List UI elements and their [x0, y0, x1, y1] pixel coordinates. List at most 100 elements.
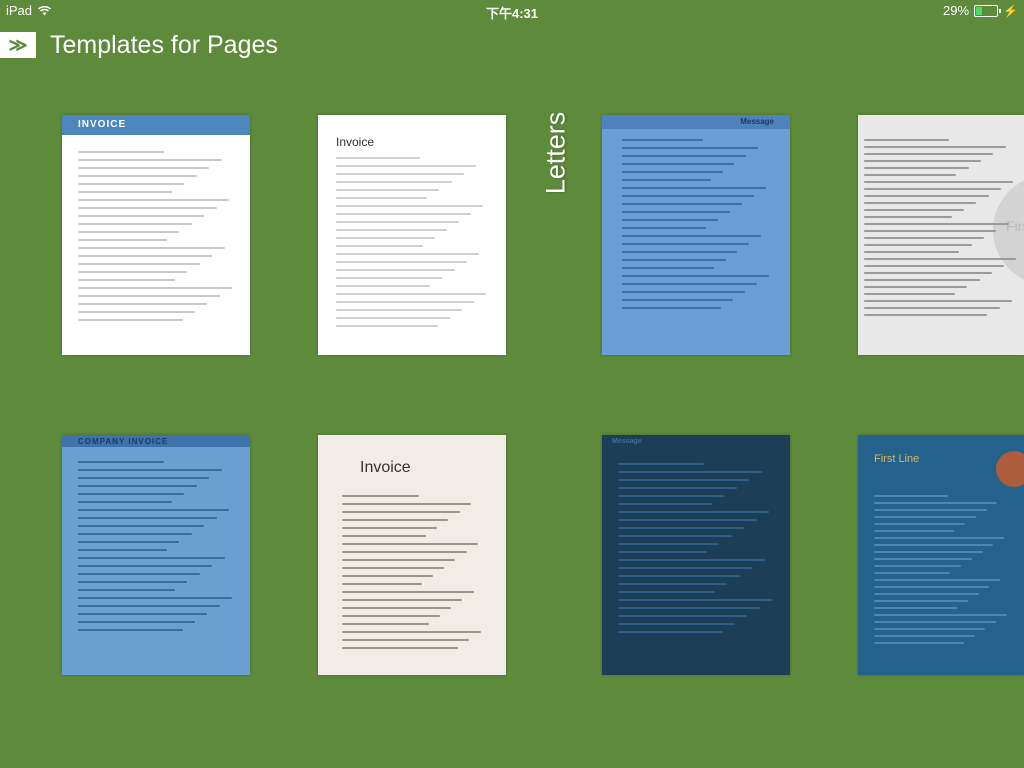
thumbnail-text-line: [622, 163, 735, 165]
template-thumbnail-invoice-company[interactable]: Invoice: [318, 115, 506, 355]
category-label[interactable]: Letters: [541, 103, 571, 203]
thumbnail-title: Invoice: [360, 459, 411, 476]
thumbnail-text-line: [336, 205, 484, 207]
thumbnail-text-line: [78, 621, 195, 623]
thumbnail-text-line: [618, 535, 732, 537]
menu-icon[interactable]: ≫: [0, 32, 36, 58]
thumbnail-title: INVOICE: [78, 119, 127, 130]
thumbnail-text-line: [78, 319, 183, 321]
page-title: Templates for Pages: [50, 30, 278, 59]
thumbnail-text-line: [874, 558, 972, 560]
thumbnail-text-line: [78, 501, 172, 503]
thumbnail-text-line: [622, 267, 714, 269]
thumbnail-text-line: [78, 485, 197, 487]
thumbnail-text-line: [78, 215, 205, 217]
thumbnail-text-line: [874, 621, 996, 623]
thumbnail-text-line: [336, 301, 475, 303]
thumbnail-text-line: [874, 607, 958, 609]
thumbnail-text-line: [336, 157, 420, 159]
thumbnail-text-line: [864, 300, 1012, 302]
thumbnail-text-line: [874, 579, 1000, 581]
thumbnail-text-line: [618, 479, 750, 481]
thumbnail-text-line: [622, 171, 723, 173]
thumbnail-text-line: [336, 309, 463, 311]
thumbnail-text-line: [874, 523, 966, 525]
template-thumbnail-invoice-floral[interactable]: Invoice: [318, 435, 506, 675]
thumbnail-text-line: [874, 551, 983, 553]
template-thumbnail-message-dark[interactable]: Message: [602, 435, 790, 675]
thumbnail-text-line: [78, 271, 188, 273]
thumbnail-text-line: [78, 199, 230, 201]
thumbnail-text-line: [78, 557, 225, 559]
thumbnail-text-line: [874, 502, 998, 504]
thumbnail-text-line: [78, 541, 180, 543]
thumbnail-text-line: [336, 173, 464, 175]
thumbnail-text-line: [336, 325, 438, 327]
thumbnail-title: COMPANY INVOICE: [78, 437, 169, 446]
thumbnail-text-line: [618, 511, 770, 513]
thumbnail-text-line: [864, 146, 1006, 148]
thumbnail-text-line: [622, 307, 722, 309]
thumbnail-text-line: [78, 573, 200, 575]
thumbnail-text-line: [622, 235, 762, 237]
thumbnail-text-line: [622, 203, 742, 205]
thumbnail-text-line: [78, 231, 180, 233]
thumbnail-text-line: [78, 533, 192, 535]
thumbnail-text-line: [622, 251, 738, 253]
thumbnail-text-line: [622, 259, 726, 261]
thumbnail-text-line: [622, 243, 750, 245]
thumbnail-text-line: [78, 159, 222, 161]
battery-percent: 29%: [943, 3, 970, 18]
thumbnail-text-line: [874, 537, 1004, 539]
thumbnail-text-line: [78, 151, 164, 153]
thumbnail-title: Invoice: [336, 135, 375, 149]
thumbnail-text-line: [622, 179, 711, 181]
thumbnail-text-line: [342, 559, 456, 561]
thumbnail-text-line: [342, 511, 460, 513]
template-thumbnail-company-invoice-blue[interactable]: COMPANY INVOICE: [62, 435, 250, 675]
thumbnail-text-line: [342, 519, 449, 521]
template-thumbnail-first-line-teal[interactable]: First Line: [858, 435, 1024, 675]
thumbnail-text-line: [78, 183, 185, 185]
thumbnail-text-line: [78, 525, 205, 527]
thumbnail-text-line: [336, 221, 460, 223]
thumbnail-text-line: [874, 516, 976, 518]
thumbnail-text-line: [864, 216, 952, 218]
thumbnail-text-line: [864, 279, 980, 281]
thumbnail-text-line: [874, 509, 987, 511]
thumbnail-text-line: [618, 487, 737, 489]
template-thumbnail-invoice-blue[interactable]: INVOICE: [62, 115, 250, 355]
thumbnail-text-line: [342, 591, 474, 593]
thumbnail-text-line: [864, 272, 992, 274]
thumbnail-text-line: [618, 503, 712, 505]
thumbnail-text-line: [336, 293, 487, 295]
thumbnail-text-line: [336, 317, 450, 319]
template-thumbnail-letter-gray[interactable]: First: [858, 115, 1024, 355]
thumbnail-text-line: [864, 174, 957, 176]
thumbnail-text-line: [618, 631, 723, 633]
thumbnail-text-line: [78, 477, 210, 479]
thumbnail-text-line: [342, 567, 445, 569]
thumbnail-text-line: [622, 147, 759, 149]
thumbnail-text-line: [618, 527, 745, 529]
thumbnail-text-line: [622, 299, 733, 301]
thumbnail-text-line: [342, 583, 422, 585]
template-thumbnail-message-blue[interactable]: Message: [602, 115, 790, 355]
thumbnail-text-line: [78, 247, 225, 249]
thumbnail-text-line: [342, 639, 470, 641]
status-time: 下午4:31: [485, 6, 539, 21]
thumbnail-title: First Line: [874, 453, 920, 465]
thumbnail-text-line: [78, 287, 233, 289]
thumbnail-text-line: [622, 211, 731, 213]
thumbnail-text-line: [618, 623, 735, 625]
thumbnail-text-line: [622, 187, 766, 189]
thumbnail-text-line: [336, 245, 423, 247]
thumbnail-text-line: [874, 628, 986, 630]
thumbnail-text-line: [78, 493, 185, 495]
thumbnail-text-line: [342, 623, 429, 625]
thumbnail-text-line: [622, 291, 745, 293]
thumbnail-text-line: [864, 307, 1000, 309]
thumbnail-text-line: [78, 223, 192, 225]
thumbnail-text-line: [342, 527, 438, 529]
thumbnail-text-line: [618, 543, 720, 545]
